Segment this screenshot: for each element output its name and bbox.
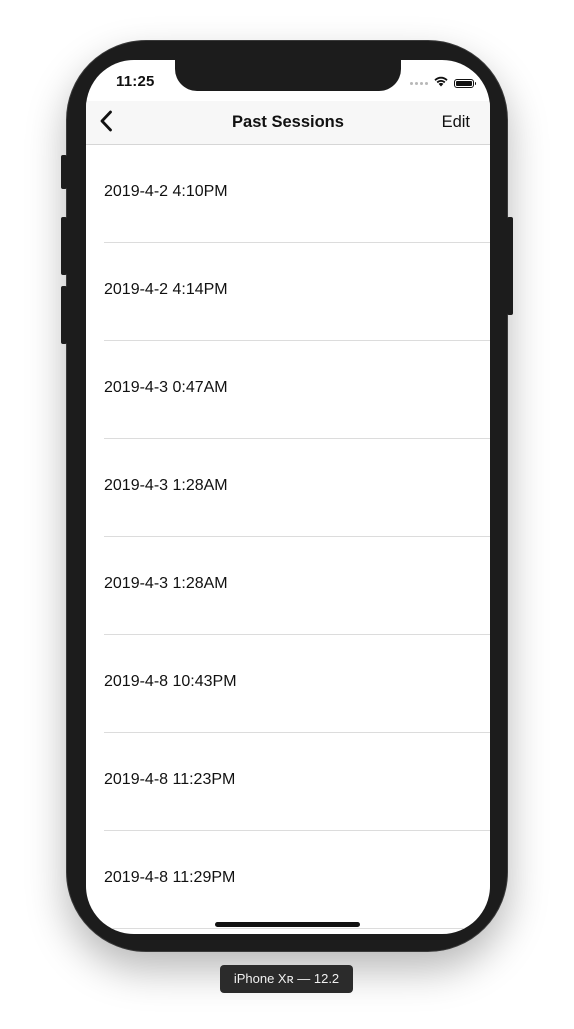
navigation-bar: Past Sessions Edit [86,101,490,145]
session-label: 2019-4-3 1:28AM [104,477,228,494]
session-label: 2019-4-3 1:28AM [104,575,228,592]
session-row[interactable]: 2019-4-3 0:47AM [86,341,490,439]
session-label: 2019-4-8 11:29PM [104,869,236,886]
session-row[interactable]: 2019-4-2 4:14PM [86,243,490,341]
session-row[interactable]: 2019-4-8 11:23PM [86,733,490,831]
session-label: 2019-4-8 11:23PM [104,771,236,788]
volume-up-button [61,217,67,275]
sessions-list: 2019-4-2 4:10PM 2019-4-2 4:14PM 2019-4-3… [86,145,490,929]
session-label: 2019-4-3 0:47AM [104,379,228,396]
wifi-icon [433,74,449,92]
volume-down-button [61,286,67,344]
status-time: 11:25 [116,73,155,90]
battery-icon [454,78,476,88]
page-title: Past Sessions [232,113,344,131]
session-label: 2019-4-2 4:14PM [104,281,228,298]
mute-switch [61,155,67,189]
session-row[interactable]: 2019-4-3 1:28AM [86,439,490,537]
session-label: 2019-4-2 4:10PM [104,183,228,200]
session-row[interactable]: 2019-4-3 1:28AM [86,537,490,635]
session-label: 2019-4-8 10:43PM [104,673,237,690]
session-row[interactable]: 2019-4-8 10:43PM [86,635,490,733]
session-row[interactable]: 2019-4-8 11:29PM [86,831,490,929]
notch [175,60,401,91]
home-indicator[interactable] [215,922,360,927]
power-button [507,217,513,315]
session-row[interactable]: 2019-4-2 4:10PM [86,145,490,243]
device-label: iPhone Xʀ — 12.2 [220,965,353,993]
status-icons [410,74,476,92]
edit-button[interactable]: Edit [442,113,470,132]
cellular-signal-icon [410,81,428,85]
row-separator [104,928,490,929]
screen: 11:25 Past Sessions Edit 2019-4-2 4:10PM… [86,60,490,934]
